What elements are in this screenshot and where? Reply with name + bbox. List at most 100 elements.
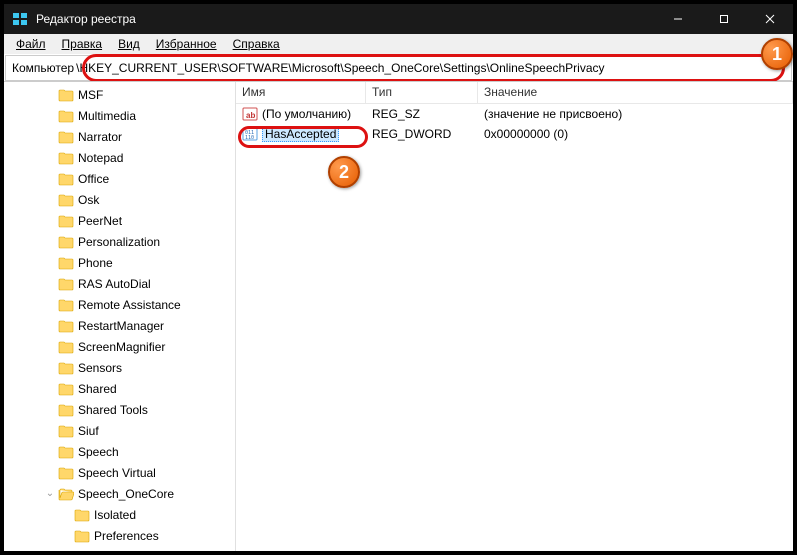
tree-item-preferences[interactable]: Preferences	[4, 525, 235, 546]
tree-item-label: Osk	[78, 192, 103, 208]
tree-item-label: Siuf	[78, 423, 103, 439]
minimize-button[interactable]	[655, 4, 701, 34]
tree-item-label: Narrator	[78, 129, 126, 145]
column-header-name[interactable]: Имя	[236, 82, 366, 103]
tree-item-ras-autodial[interactable]: RAS AutoDial	[4, 273, 235, 294]
tree-item-label: Phone	[78, 255, 117, 271]
folder-icon	[58, 172, 74, 186]
tree-item-peernet[interactable]: PeerNet	[4, 210, 235, 231]
registry-editor-window: Редактор реестра Файл Правка Вид Избранн…	[4, 4, 793, 551]
address-prefix: Компьютер	[6, 61, 76, 75]
tree-item-label: Settings	[94, 549, 141, 552]
tree-item-restartmanager[interactable]: RestartManager	[4, 315, 235, 336]
menu-file[interactable]: Файл	[8, 35, 54, 53]
tree-item-speech-virtual[interactable]: Speech Virtual	[4, 462, 235, 483]
menubar: Файл Правка Вид Избранное Справка	[4, 34, 793, 54]
folder-icon	[58, 487, 74, 501]
folder-icon	[58, 235, 74, 249]
folder-icon	[58, 88, 74, 102]
folder-icon	[74, 550, 90, 552]
menu-favorites[interactable]: Избранное	[148, 35, 225, 53]
column-header-type[interactable]: Тип	[366, 82, 478, 103]
folder-icon	[58, 445, 74, 459]
maximize-button[interactable]	[701, 4, 747, 34]
tree-item-shared[interactable]: Shared	[4, 378, 235, 399]
tree-item-label: Speech_OneCore	[78, 486, 178, 502]
folder-icon	[58, 193, 74, 207]
tree-item-speech[interactable]: Speech	[4, 441, 235, 462]
folder-icon	[74, 529, 90, 543]
tree-item-label: Preferences	[94, 528, 163, 544]
list-header: Имя Тип Значение	[236, 82, 793, 104]
folder-icon	[74, 508, 90, 522]
tree-item-personalization[interactable]: Personalization	[4, 231, 235, 252]
tree-item-multimedia[interactable]: Multimedia	[4, 105, 235, 126]
tree-item-screenmagnifier[interactable]: ScreenMagnifier	[4, 336, 235, 357]
folder-icon	[58, 361, 74, 375]
window-title: Редактор реестра	[36, 12, 655, 26]
tree-item-speech-onecore[interactable]: ⌄ Speech_OneCore	[4, 483, 235, 504]
tree-item-notepad[interactable]: Notepad	[4, 147, 235, 168]
list-row[interactable]: ab (По умолчанию) REG_SZ(значение не присв…	[236, 104, 793, 124]
folder-icon	[58, 151, 74, 165]
tree-item-label: MSF	[78, 87, 107, 103]
tree-item-label: Notepad	[78, 150, 127, 166]
tree-item-msf[interactable]: MSF	[4, 84, 235, 105]
address-bar[interactable]: Компьютер \HKEY_CURRENT_USER\SOFTWARE\Mi…	[5, 55, 792, 81]
svg-text:110: 110	[245, 135, 254, 141]
tree-item-shared-tools[interactable]: Shared Tools	[4, 399, 235, 420]
string-value-icon: ab	[242, 106, 258, 122]
tree-item-settings[interactable]: ⌄Settings	[4, 546, 235, 551]
value-type: REG_DWORD	[366, 125, 478, 143]
folder-icon	[58, 424, 74, 438]
tree-item-label: Personalization	[78, 234, 164, 250]
tree-item-label: Shared Tools	[78, 402, 152, 418]
menu-edit[interactable]: Правка	[54, 35, 111, 53]
tree-item-isolated[interactable]: Isolated	[4, 504, 235, 525]
tree-item-siuf[interactable]: Siuf	[4, 420, 235, 441]
value-name: (По умолчанию)	[262, 107, 351, 121]
column-header-value[interactable]: Значение	[478, 82, 793, 103]
binary-value-icon: 011110	[242, 126, 258, 142]
menu-help[interactable]: Справка	[225, 35, 288, 53]
list-pane: Имя Тип Значение 2 ab (По умолчанию) REG_S…	[236, 82, 793, 551]
value-type: REG_SZ	[366, 105, 478, 123]
client-area: MSF Multimedia Narrator Notepad Office Osk Pee…	[4, 81, 793, 551]
menu-view[interactable]: Вид	[110, 35, 148, 53]
tree-item-label: RestartManager	[78, 318, 168, 334]
folder-icon	[58, 109, 74, 123]
tree-item-label: Shared	[78, 381, 121, 397]
close-button[interactable]	[747, 4, 793, 34]
tree-item-office[interactable]: Office	[4, 168, 235, 189]
tree-item-label: PeerNet	[78, 213, 126, 229]
tree-item-label: Office	[78, 171, 113, 187]
folder-icon	[58, 214, 74, 228]
expander-icon[interactable]: ⌄	[42, 488, 58, 499]
callout-badge-2: 2	[328, 156, 360, 188]
folder-icon	[58, 466, 74, 480]
tree-item-label: Speech	[78, 444, 123, 460]
tree-item-label: Sensors	[78, 360, 126, 376]
tree-pane[interactable]: MSF Multimedia Narrator Notepad Office Osk Pee…	[4, 82, 236, 551]
folder-icon	[58, 298, 74, 312]
list-body[interactable]: 2 ab (По умолчанию) REG_SZ(значение не при…	[236, 104, 793, 551]
folder-icon	[58, 382, 74, 396]
tree-item-remote-assistance[interactable]: Remote Assistance	[4, 294, 235, 315]
folder-icon	[58, 256, 74, 270]
regedit-icon	[12, 11, 28, 27]
value-name: HasAccepted	[262, 126, 339, 142]
tree-item-narrator[interactable]: Narrator	[4, 126, 235, 147]
tree-item-sensors[interactable]: Sensors	[4, 357, 235, 378]
svg-text:ab: ab	[246, 111, 255, 120]
list-row[interactable]: 011110HasAccepted REG_DWORD0x00000000 (0)	[236, 124, 793, 144]
value-data: (значение не присвоено)	[478, 105, 793, 123]
titlebar: Редактор реестра	[4, 4, 793, 34]
tree-item-label: RAS AutoDial	[78, 276, 155, 292]
tree-item-label: Multimedia	[78, 108, 140, 124]
tree-item-label: ScreenMagnifier	[78, 339, 169, 355]
folder-icon	[58, 319, 74, 333]
value-data: 0x00000000 (0)	[478, 125, 793, 143]
tree-item-osk[interactable]: Osk	[4, 189, 235, 210]
callout-badge-1: 1	[761, 38, 793, 70]
tree-item-phone[interactable]: Phone	[4, 252, 235, 273]
